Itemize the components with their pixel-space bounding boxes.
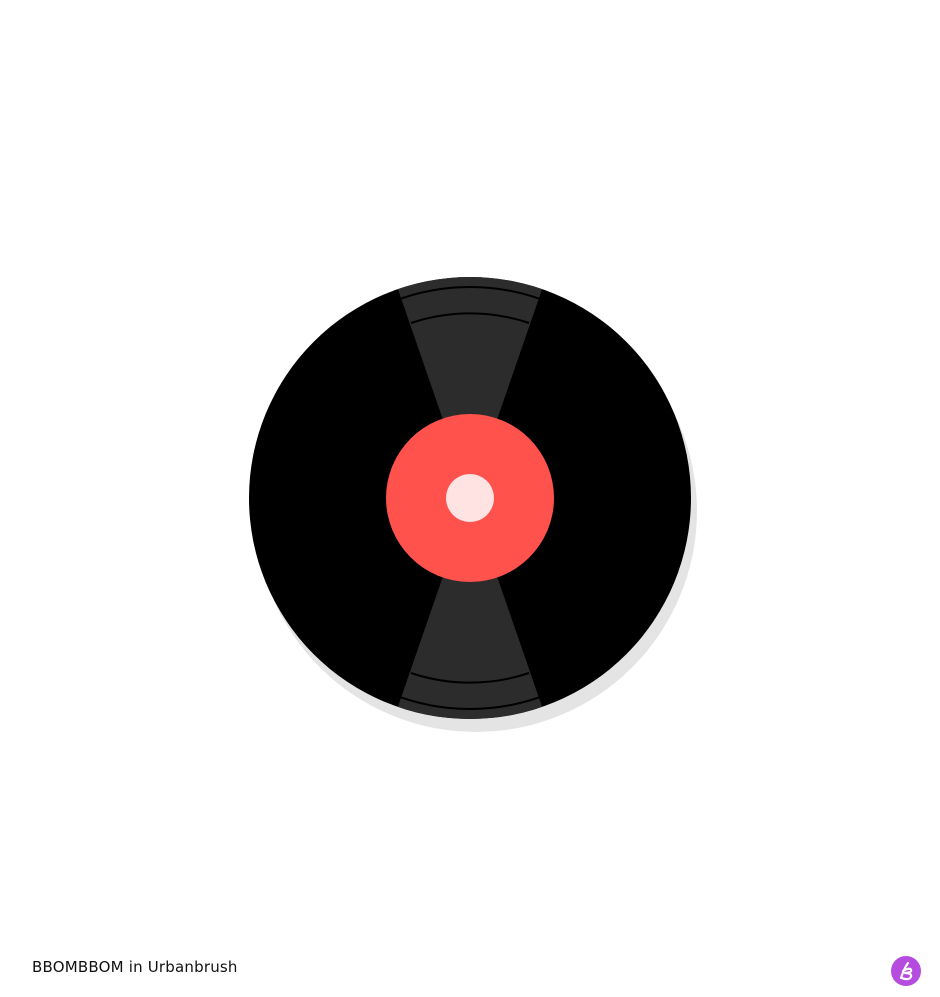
vinyl-record-illustration (249, 277, 697, 732)
urbanbrush-logo-icon (891, 956, 921, 986)
spindle-hole (446, 474, 494, 522)
caption-credit: BBOMBBOM in Urbanbrush (32, 958, 238, 976)
